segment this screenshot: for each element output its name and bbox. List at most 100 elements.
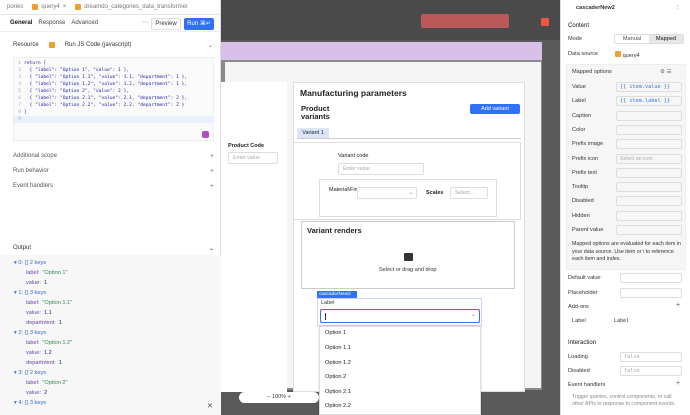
list-item[interactable]: Option 1: [325, 330, 346, 336]
output-header[interactable]: Output ⌄: [13, 245, 214, 252]
tree-node-header: ▾ 3: {} 2 keys: [14, 370, 47, 376]
dropzone-text[interactable]: Select or drag and drop: [379, 267, 436, 273]
resource-row[interactable]: Resource Run JS Code (javascript) ⌄: [13, 42, 213, 49]
tree-node[interactable]: value: 2: [14, 388, 72, 398]
tree-node[interactable]: value: 1: [14, 278, 72, 288]
field-input[interactable]: [616, 124, 682, 135]
code-line[interactable]: 1 return [: [14, 60, 213, 67]
field-input[interactable]: [616, 110, 682, 121]
zoom-control[interactable]: − 100% +: [239, 392, 319, 403]
close-icon[interactable]: [541, 18, 549, 26]
tree-node[interactable]: value: 1.2: [14, 348, 72, 358]
code-line[interactable]: 2 { "label": "Option 1", "value": 1 },: [14, 67, 213, 74]
tree-node[interactable]: value: 1.1: [14, 308, 72, 318]
data-source-select[interactable]: query4: [615, 51, 640, 59]
list-item[interactable]: Option 2.2: [325, 403, 351, 409]
tab-query4[interactable]: query4 ×: [29, 0, 70, 14]
code-line[interactable]: 5 { "label": "Option 2", "value": 2 },: [14, 88, 213, 95]
tab-queries[interactable]: pories: [4, 0, 26, 14]
add-variant-button[interactable]: Add variant: [470, 104, 520, 114]
preview-button[interactable]: Preview: [151, 18, 181, 30]
field-input[interactable]: [616, 182, 682, 193]
tab-variant-1[interactable]: Variant 1: [297, 128, 329, 138]
code-line[interactable]: 3 { "label": "Option 1.1", "value": 1.1,…: [14, 74, 213, 81]
code-line[interactable]: 4 { "label": "Option 1.2", "value": 1.2,…: [14, 81, 213, 88]
field-input[interactable]: [616, 225, 682, 235]
addon-label-value[interactable]: Label: [614, 318, 629, 324]
mode-manual[interactable]: Manual: [615, 35, 649, 43]
field-input[interactable]: [616, 167, 682, 178]
tree-node[interactable]: department: 1: [14, 318, 72, 328]
code-text: ]: [24, 110, 27, 115]
component-tag[interactable]: cascaderNew2: [317, 291, 357, 298]
list-item[interactable]: Option 2: [325, 374, 346, 380]
list-item[interactable]: Option 2.1: [325, 389, 351, 395]
tree-node[interactable]: label: "Option 1.1": [14, 298, 72, 308]
tab-transformer[interactable]: dreamdo_categories_data_transformer: [72, 0, 191, 14]
product-code-input[interactable]: Enter value: [228, 152, 278, 164]
plus-icon[interactable]: +: [210, 168, 214, 175]
tree-node[interactable]: ▾ 1: {} 3 keys: [14, 288, 72, 298]
run-button[interactable]: Run ⌘↵: [184, 18, 214, 30]
tree-value: 1.2: [43, 350, 52, 356]
subtab-response[interactable]: Response: [38, 20, 65, 26]
subtab-advanced[interactable]: Advanced: [71, 20, 98, 26]
tree-node[interactable]: department: 1: [14, 358, 72, 368]
mode-mapped[interactable]: Mapped: [649, 35, 683, 43]
section-event-handlers[interactable]: Event handlers +: [13, 183, 214, 190]
code-editor[interactable]: 1 return [2 { "label": "Option 1", "value…: [13, 57, 214, 141]
field-label: Tooltip: [572, 184, 589, 191]
tree-node[interactable]: ▾ 2: {} 3 keys: [14, 328, 72, 338]
field-input[interactable]: [616, 139, 682, 150]
code-line[interactable]: 6 { "label": "Option 2.1", "value": 2.1,…: [14, 95, 213, 102]
zoom-in-icon[interactable]: +: [286, 394, 291, 400]
field-label: Color: [572, 126, 586, 133]
plus-icon[interactable]: +: [676, 302, 680, 309]
mode-toggle[interactable]: Manual Mapped: [614, 34, 684, 44]
more-options-icon[interactable]: ···: [142, 19, 149, 26]
output-tree: ▾ 0: {} 2 keys label: "Option 1" value: 1 ▾ 1…: [14, 258, 72, 408]
subtab-general[interactable]: General: [10, 20, 32, 26]
field-input[interactable]: [616, 196, 682, 207]
status-button[interactable]: [421, 14, 509, 28]
tree-node[interactable]: label: "Option 2": [14, 378, 72, 388]
cascader-input[interactable]: [320, 309, 480, 323]
material-finish-label: Material\Finish: [329, 187, 365, 193]
component-name[interactable]: cascaderNew2: [576, 5, 615, 11]
list-icon[interactable]: ☰: [667, 69, 672, 75]
scales-select[interactable]: Select...: [450, 187, 488, 199]
variant-code-input[interactable]: Enter value: [338, 163, 424, 175]
ai-assist-icon[interactable]: [202, 131, 209, 138]
list-item[interactable]: Option 1.1: [325, 345, 351, 351]
default-value-input[interactable]: [620, 273, 682, 283]
chevron-down-icon: ⌄: [471, 312, 477, 318]
section-additional-scope[interactable]: Additional scope +: [13, 153, 214, 160]
plus-icon[interactable]: +: [210, 183, 214, 190]
settings-icon[interactable]: ⚙: [660, 69, 665, 75]
disabled-input[interactable]: false: [620, 366, 682, 376]
tree-node[interactable]: ▾ 4: {} 3 keys: [14, 398, 72, 408]
section-run-behavior[interactable]: Run behavior +: [13, 168, 214, 175]
close-icon[interactable]: ✕: [207, 402, 213, 410]
plus-icon[interactable]: +: [676, 380, 680, 387]
tree-node[interactable]: ▾ 3: {} 2 keys: [14, 368, 72, 378]
placeholder-input[interactable]: [620, 288, 682, 298]
plus-icon[interactable]: +: [210, 153, 214, 160]
tree-node[interactable]: ▾ 0: {} 2 keys: [14, 258, 72, 268]
js-icon: [75, 4, 82, 10]
field-input[interactable]: {{ item.value }}: [616, 82, 682, 92]
material-select[interactable]: ⌄: [357, 187, 417, 199]
close-icon[interactable]: ×: [63, 4, 67, 10]
code-line[interactable]: 7 { "label": "Option 2.2", "value": 2.2,…: [14, 102, 213, 109]
tree-node[interactable]: label: "Option 1.2": [14, 338, 72, 348]
field-input[interactable]: {{ item.label }}: [616, 96, 682, 107]
field-input[interactable]: Select an icon: [616, 153, 682, 164]
field-input[interactable]: [616, 210, 682, 221]
code-line[interactable]: 8]: [14, 109, 213, 116]
more-options-icon[interactable]: ⋮: [675, 5, 681, 11]
code-line[interactable]: 9: [14, 116, 213, 123]
tree-node[interactable]: label: "Option 1": [14, 268, 72, 278]
list-item[interactable]: Option 1.2: [325, 360, 351, 366]
loading-input[interactable]: false: [620, 352, 682, 362]
mapped-options-actions[interactable]: ⚙ ☰: [660, 69, 672, 75]
